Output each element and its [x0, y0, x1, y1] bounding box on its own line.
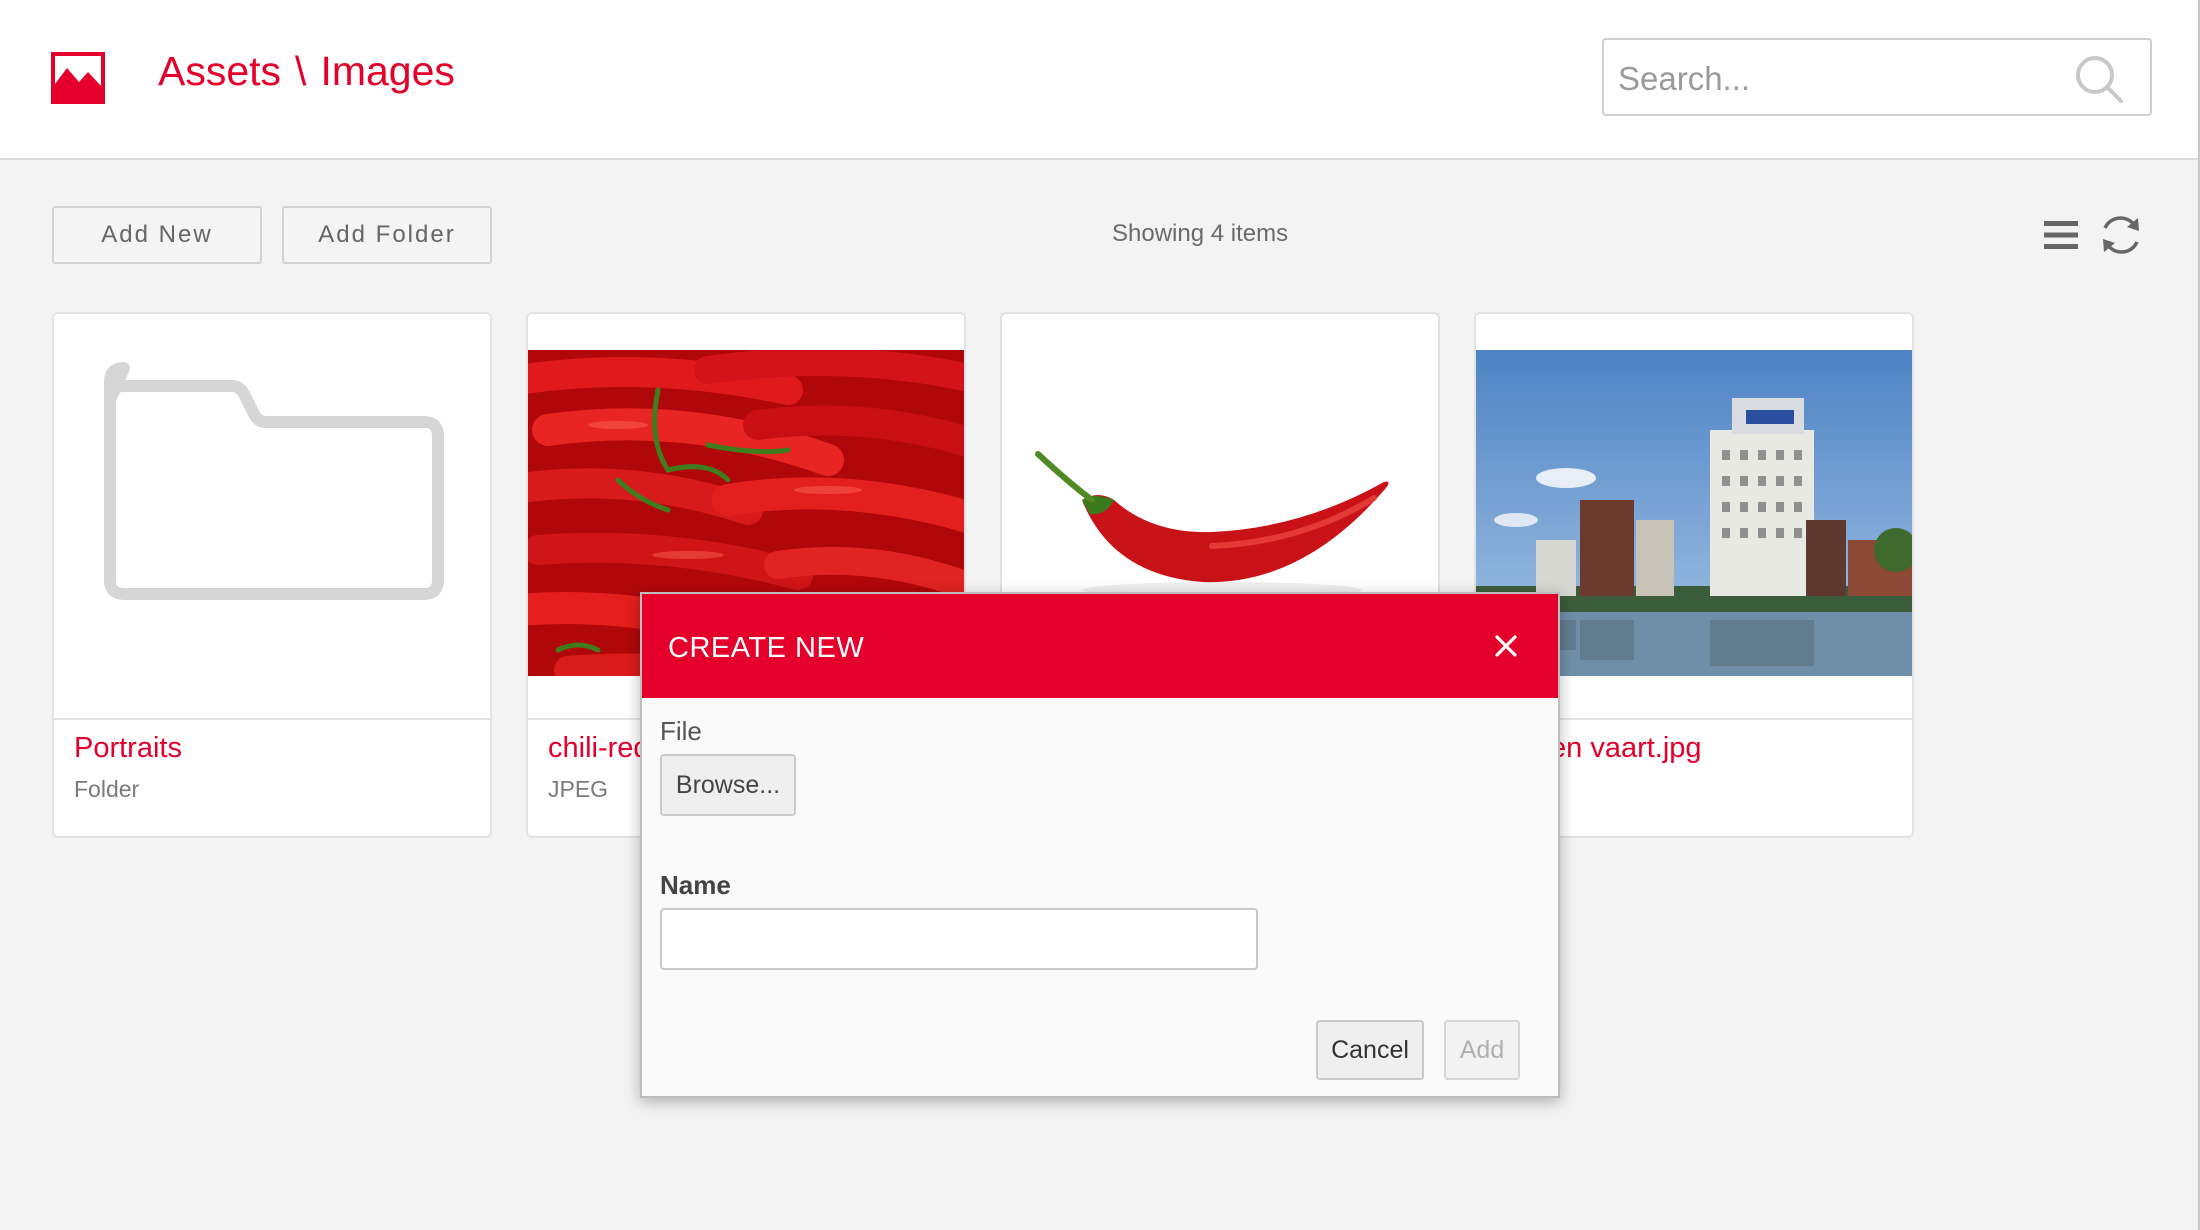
add-folder-button[interactable]: Add Folder	[282, 206, 492, 264]
file-label: File	[660, 716, 702, 746]
search-box	[1602, 38, 2152, 116]
cancel-button[interactable]: Cancel	[1316, 1020, 1424, 1080]
image-icon	[51, 52, 105, 104]
add-new-button[interactable]: Add New	[52, 206, 262, 264]
search-icon[interactable]	[2074, 54, 2124, 104]
breadcrumb: Assets \ Images	[158, 48, 455, 95]
dialog-header: CREATE NEW	[642, 594, 1558, 698]
refresh-icon[interactable]	[2098, 212, 2144, 258]
list-view-icon[interactable]	[2044, 220, 2078, 250]
asset-type: JPEG	[548, 776, 609, 802]
breadcrumb-images: Images	[320, 48, 455, 94]
breadcrumb-assets[interactable]: Assets	[158, 48, 281, 94]
asset-title[interactable]: en vaart.jpg	[1550, 732, 1702, 765]
app-header: Assets \ Images	[0, 0, 2198, 160]
create-new-dialog: CREATE NEW File Browse... Name Cancel Ad…	[640, 592, 1560, 1098]
folder-icon	[104, 362, 444, 600]
name-label: Name	[660, 870, 731, 900]
asset-card[interactable]: Portraits Folder	[52, 312, 492, 838]
add-button[interactable]: Add	[1444, 1020, 1520, 1080]
browse-button[interactable]: Browse...	[660, 754, 796, 816]
asset-title[interactable]: chili-red	[548, 732, 650, 765]
dialog-title: CREATE NEW	[668, 632, 865, 664]
asset-title[interactable]: Portraits	[74, 732, 182, 765]
breadcrumb-separator: \	[295, 48, 307, 94]
asset-type: Folder	[74, 776, 140, 802]
search-input[interactable]	[1616, 54, 2060, 104]
close-icon[interactable]	[1494, 634, 1518, 658]
item-count: Showing 4 items	[1112, 220, 1289, 247]
card-divider	[54, 718, 490, 720]
name-input[interactable]	[660, 908, 1258, 970]
